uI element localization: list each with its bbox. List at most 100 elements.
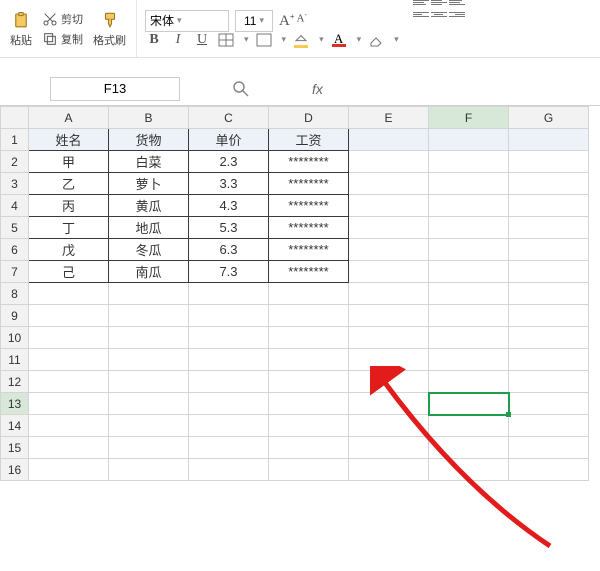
active-cell[interactable] xyxy=(429,393,509,415)
cell[interactable] xyxy=(189,349,269,371)
cell[interactable]: 工资 xyxy=(269,129,349,151)
cell[interactable] xyxy=(109,283,189,305)
cell[interactable] xyxy=(509,283,589,305)
row-header[interactable]: 13 xyxy=(1,393,29,415)
cell[interactable] xyxy=(509,239,589,261)
cell[interactable] xyxy=(109,327,189,349)
cell[interactable]: 3.3 xyxy=(189,173,269,195)
cell[interactable]: 乙 xyxy=(29,173,109,195)
col-header[interactable]: F xyxy=(429,107,509,129)
row-header[interactable]: 2 xyxy=(1,151,29,173)
cell[interactable]: 冬瓜 xyxy=(109,239,189,261)
cell[interactable] xyxy=(349,327,429,349)
col-header[interactable]: D xyxy=(269,107,349,129)
cell[interactable] xyxy=(509,129,589,151)
cell[interactable]: 白菜 xyxy=(109,151,189,173)
font-name-combo[interactable]: 宋体▾ xyxy=(145,10,229,32)
cell[interactable] xyxy=(189,283,269,305)
cell[interactable] xyxy=(509,151,589,173)
cell[interactable] xyxy=(349,415,429,437)
align-right-icon[interactable] xyxy=(449,12,465,22)
cell[interactable] xyxy=(349,393,429,415)
row-header[interactable]: 14 xyxy=(1,415,29,437)
cell[interactable] xyxy=(29,437,109,459)
cell[interactable] xyxy=(269,371,349,393)
row-header[interactable]: 9 xyxy=(1,305,29,327)
cell[interactable]: 6.3 xyxy=(189,239,269,261)
row-header[interactable]: 1 xyxy=(1,129,29,151)
row-header[interactable]: 5 xyxy=(1,217,29,239)
cell[interactable] xyxy=(109,349,189,371)
cell[interactable] xyxy=(509,349,589,371)
cell[interactable] xyxy=(29,371,109,393)
cell[interactable] xyxy=(349,371,429,393)
cell[interactable] xyxy=(429,327,509,349)
cell[interactable] xyxy=(429,239,509,261)
col-header[interactable]: C xyxy=(189,107,269,129)
row-header[interactable]: 16 xyxy=(1,459,29,481)
cell[interactable] xyxy=(349,217,429,239)
paste-button[interactable]: 粘贴 xyxy=(6,9,36,48)
italic-button[interactable]: I xyxy=(169,32,187,48)
cell[interactable] xyxy=(429,283,509,305)
col-header[interactable]: G xyxy=(509,107,589,129)
align-center-icon[interactable] xyxy=(431,12,447,22)
cell[interactable] xyxy=(29,415,109,437)
cell[interactable] xyxy=(509,217,589,239)
cell[interactable]: 7.3 xyxy=(189,261,269,283)
cell[interactable] xyxy=(509,415,589,437)
cell[interactable]: 地瓜 xyxy=(109,217,189,239)
row-header[interactable]: 15 xyxy=(1,437,29,459)
bold-button[interactable]: B xyxy=(145,32,163,48)
cell[interactable]: 姓名 xyxy=(29,129,109,151)
cell[interactable] xyxy=(29,349,109,371)
cell[interactable]: 己 xyxy=(29,261,109,283)
cell[interactable] xyxy=(269,327,349,349)
increase-font-icon[interactable]: A+ xyxy=(279,12,295,30)
cell[interactable] xyxy=(429,305,509,327)
align-middle-icon[interactable] xyxy=(431,0,447,10)
fx-icon[interactable]: fx xyxy=(312,81,323,97)
spreadsheet-grid[interactable]: A B C D E F G 1 姓名 货物 单价 工资 2甲白菜2.3*****… xyxy=(0,106,600,481)
cell[interactable] xyxy=(189,371,269,393)
cell[interactable] xyxy=(349,437,429,459)
borders-button[interactable] xyxy=(217,32,235,48)
font-color-button[interactable]: A xyxy=(330,32,348,48)
cell[interactable]: ******** xyxy=(269,217,349,239)
cell[interactable] xyxy=(349,195,429,217)
cell[interactable] xyxy=(269,393,349,415)
cell[interactable] xyxy=(349,349,429,371)
cell[interactable] xyxy=(189,459,269,481)
cell[interactable] xyxy=(429,415,509,437)
row-header[interactable]: 6 xyxy=(1,239,29,261)
cell[interactable] xyxy=(109,415,189,437)
cell[interactable]: 4.3 xyxy=(189,195,269,217)
cell[interactable] xyxy=(269,283,349,305)
cell[interactable]: 2.3 xyxy=(189,151,269,173)
col-header[interactable]: B xyxy=(109,107,189,129)
row-header[interactable]: 12 xyxy=(1,371,29,393)
align-left-icon[interactable] xyxy=(413,12,429,22)
row-header[interactable]: 8 xyxy=(1,283,29,305)
cell[interactable] xyxy=(509,327,589,349)
cell[interactable]: 货物 xyxy=(109,129,189,151)
cell[interactable]: 戊 xyxy=(29,239,109,261)
cell[interactable] xyxy=(189,437,269,459)
cut-button[interactable]: 剪切 xyxy=(40,10,85,28)
cell[interactable] xyxy=(269,349,349,371)
cell[interactable] xyxy=(509,261,589,283)
cell[interactable]: ******** xyxy=(269,195,349,217)
cell[interactable] xyxy=(429,261,509,283)
cell[interactable] xyxy=(109,459,189,481)
cell[interactable] xyxy=(189,327,269,349)
cell[interactable] xyxy=(429,217,509,239)
copy-button[interactable]: 复制 xyxy=(40,30,85,48)
align-top-icon[interactable] xyxy=(413,0,429,10)
cell[interactable] xyxy=(29,327,109,349)
cell[interactable] xyxy=(349,283,429,305)
fill-color-button[interactable] xyxy=(292,32,310,48)
row-header[interactable]: 4 xyxy=(1,195,29,217)
cell[interactable] xyxy=(509,437,589,459)
cell[interactable] xyxy=(509,393,589,415)
cell[interactable] xyxy=(429,371,509,393)
